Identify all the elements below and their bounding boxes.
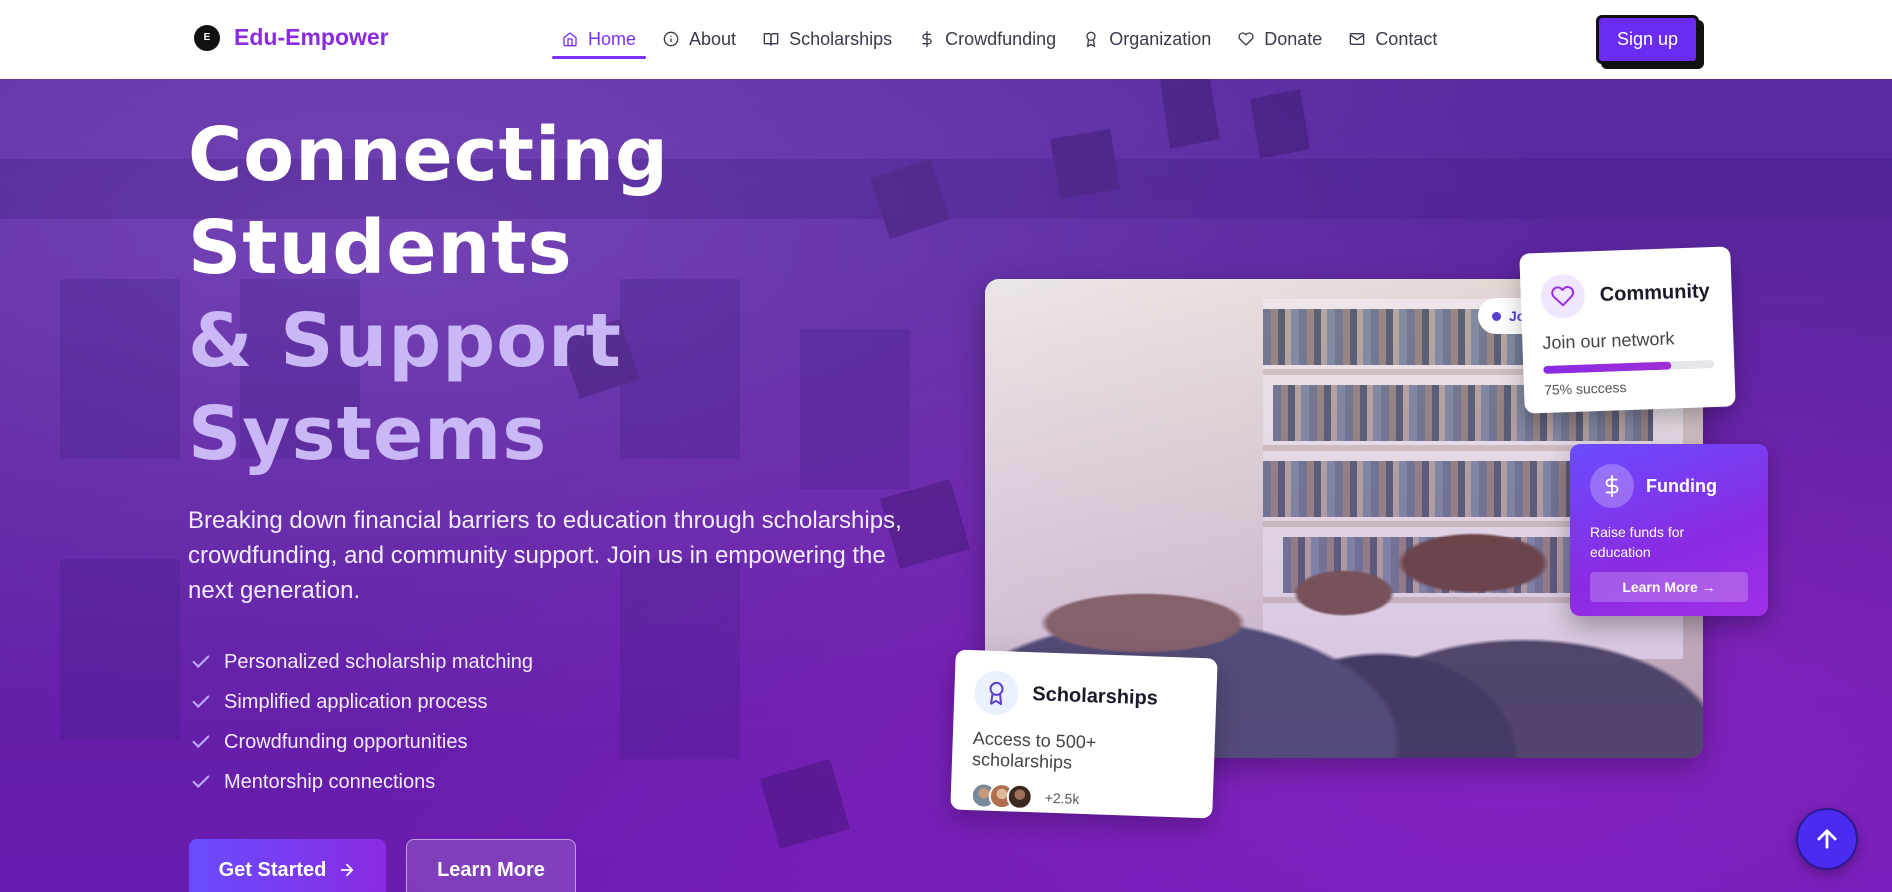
book-icon — [763, 33, 779, 46]
status-dot — [1492, 311, 1501, 321]
community-icon-wrap — [1540, 273, 1586, 319]
headline-line-2: Students — [188, 205, 573, 291]
community-success-rate: 75% success — [1543, 379, 1627, 398]
nav-item-contact[interactable]: Contact — [1339, 22, 1447, 56]
feature-label: Mentorship connections — [224, 770, 436, 793]
hero-subtitle: Breaking down financial barriers to educ… — [188, 507, 902, 604]
headline-line-3: & Support — [188, 298, 622, 384]
feature-item: Personalized scholarship matching — [190, 642, 533, 682]
nav-item-label: Crowdfunding — [945, 28, 1057, 49]
navbar: E Edu-Empower Home About Scholarships Cr… — [0, 0, 1892, 79]
brand-name: Edu-Empower — [234, 24, 389, 50]
check-icon — [192, 655, 210, 668]
member-count: +2.5k — [1044, 789, 1080, 807]
signup-button[interactable]: Sign up — [1596, 15, 1699, 64]
avatar-stack: +2.5k — [970, 782, 1193, 816]
mail-icon — [1349, 33, 1365, 45]
learn-more-button[interactable]: Learn More — [406, 839, 576, 892]
nav-item-crowdfunding[interactable]: Crowdfunding — [909, 22, 1066, 56]
dollar-icon — [1605, 475, 1619, 497]
get-started-button[interactable]: Get Started — [189, 839, 386, 892]
avatar — [1006, 783, 1034, 811]
nav-item-label: Scholarships — [789, 28, 893, 49]
nav-item-label: Organization — [1109, 28, 1212, 49]
award-icon — [1086, 31, 1096, 47]
community-card-header: Community — [1540, 269, 1712, 319]
nav-item-organization[interactable]: Organization — [1073, 22, 1221, 56]
scholarships-title: Scholarships — [1031, 682, 1159, 710]
scholarships-card: Scholarships Access to 500+ scholarships… — [950, 649, 1218, 819]
check-icon — [192, 775, 210, 788]
nav-item-label: Home — [588, 28, 637, 49]
feature-label: Simplified application process — [224, 690, 488, 713]
community-card: Community Join our network 75% success — [1519, 246, 1736, 414]
brand-logo-icon: E — [194, 24, 220, 51]
hero-headline: Connecting Students & Support Systems — [188, 109, 669, 481]
dollar-icon — [922, 31, 932, 47]
nav-item-about[interactable]: About — [653, 22, 746, 56]
feature-label: Crowdfunding opportunities — [224, 730, 468, 753]
funding-card-header: Funding — [1590, 464, 1748, 508]
community-title: Community — [1599, 279, 1711, 306]
community-progress-bar — [1543, 359, 1715, 374]
heart-icon — [1238, 32, 1254, 46]
scholarships-card-header: Scholarships — [973, 670, 1197, 722]
nav-item-home[interactable]: Home — [552, 22, 647, 59]
feature-item: Mentorship connections — [190, 762, 533, 802]
funding-title: Funding — [1646, 475, 1717, 496]
check-icon — [192, 735, 210, 748]
headline-line-4: Systems — [188, 391, 548, 477]
scholarships-subtitle: Access to 500+ scholarships — [971, 728, 1097, 773]
funding-card: Funding Raise funds for education Learn … — [1570, 444, 1768, 616]
info-icon — [663, 31, 679, 47]
award-icon — [989, 681, 1004, 706]
nav-item-scholarships[interactable]: Scholarships — [753, 22, 902, 56]
arrow-up-icon — [1817, 829, 1837, 849]
feature-item: Crowdfunding opportunities — [190, 722, 533, 762]
get-started-label: Get Started — [218, 858, 327, 881]
community-subtitle: Join our network — [1542, 328, 1675, 353]
funding-learn-more-button[interactable]: Learn More → — [1590, 572, 1748, 602]
scroll-to-top-button[interactable] — [1796, 808, 1858, 870]
main-menu: Home About Scholarships Crowdfunding Org… — [552, 22, 1454, 59]
brand[interactable]: E Edu-Empower — [194, 24, 389, 51]
heart-icon — [1551, 286, 1575, 307]
feature-list: Personalized scholarship matching Simpli… — [190, 642, 533, 802]
headline-line-1: Connecting — [188, 112, 669, 198]
home-icon — [563, 32, 577, 47]
nav-item-label: Contact — [1375, 28, 1438, 49]
community-progress-fill — [1543, 361, 1672, 374]
scholarships-icon-wrap — [973, 670, 1020, 716]
arrow-right-icon — [341, 863, 354, 877]
nav-item-label: About — [689, 28, 737, 49]
nav-item-label: Donate — [1264, 28, 1323, 49]
feature-label: Personalized scholarship matching — [224, 650, 534, 673]
nav-item-donate[interactable]: Donate — [1228, 22, 1332, 56]
funding-icon-wrap — [1590, 464, 1634, 508]
funding-description: Raise funds for education — [1590, 524, 1685, 560]
check-icon — [192, 695, 210, 708]
feature-item: Simplified application process — [190, 682, 533, 722]
